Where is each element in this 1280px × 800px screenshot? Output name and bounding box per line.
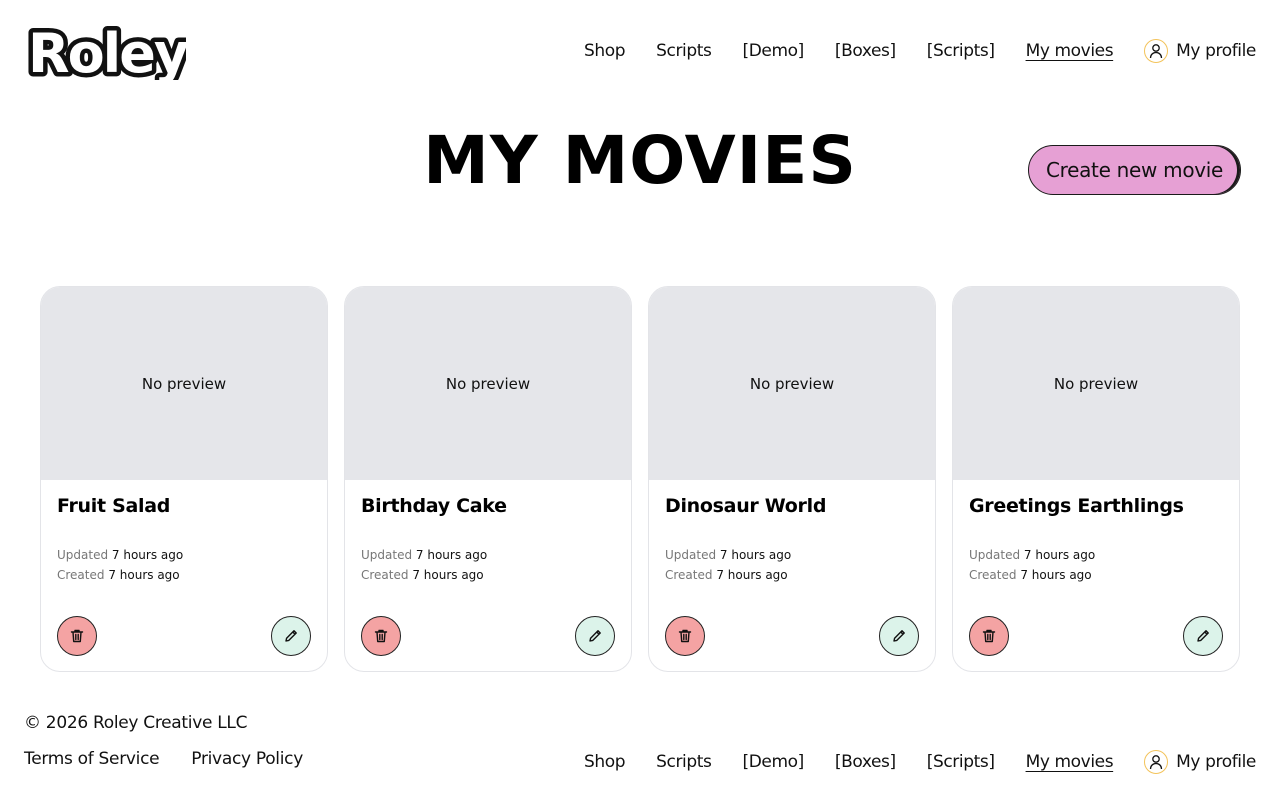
- delete-movie-button[interactable]: [665, 616, 705, 656]
- create-new-movie-button[interactable]: Create new movie: [1028, 145, 1241, 195]
- delete-movie-button[interactable]: [361, 616, 401, 656]
- movie-preview: No preview: [649, 287, 935, 480]
- created-value: 7 hours ago: [412, 568, 484, 582]
- trash-icon: [678, 629, 692, 643]
- created-value: 7 hours ago: [716, 568, 788, 582]
- pencil-icon: [285, 630, 297, 642]
- terms-of-service-link[interactable]: Terms of Service: [24, 749, 160, 769]
- footer-nav-boxes[interactable]: [Boxes]: [835, 752, 896, 772]
- movie-title: Birthday Cake: [361, 495, 507, 517]
- movie-preview: No preview: [41, 287, 327, 480]
- edit-movie-button[interactable]: [879, 616, 919, 656]
- movie-meta: Updated 7 hours ago Created 7 hours ago: [969, 545, 1095, 585]
- edit-movie-button[interactable]: [271, 616, 311, 656]
- movie-preview: No preview: [953, 287, 1239, 480]
- updated-value: 7 hours ago: [415, 548, 488, 562]
- nav-boxes[interactable]: [Boxes]: [835, 41, 896, 61]
- user-icon: [1144, 39, 1169, 63]
- nav-scripts-bracketed[interactable]: [Scripts]: [927, 41, 995, 61]
- pencil-icon: [589, 630, 601, 642]
- user-icon: [1144, 750, 1169, 774]
- profile-label: My profile: [1176, 41, 1256, 61]
- trash-icon: [374, 629, 388, 643]
- footer-legal-links: Terms of Service Privacy Policy: [24, 749, 303, 769]
- nav-my-movies[interactable]: My movies: [1026, 41, 1114, 61]
- footer-nav: Shop Scripts [Demo] [Boxes] [Scripts] My…: [584, 747, 1256, 777]
- movie-card[interactable]: No preview Dinosaur World Updated 7 hour…: [648, 286, 936, 672]
- created-value: 7 hours ago: [108, 568, 180, 582]
- movie-card[interactable]: No preview Birthday Cake Updated 7 hours…: [344, 286, 632, 672]
- nav-shop[interactable]: Shop: [584, 41, 626, 61]
- main-nav: Shop Scripts [Demo] [Boxes] [Scripts] My…: [584, 36, 1256, 66]
- nav-scripts[interactable]: Scripts: [656, 41, 712, 61]
- profile-label: My profile: [1176, 752, 1256, 772]
- updated-value: 7 hours ago: [719, 548, 792, 562]
- footer-nav-shop[interactable]: Shop: [584, 752, 626, 772]
- nav-demo[interactable]: [Demo]: [742, 41, 804, 61]
- roley-logo[interactable]: Roley: [24, 22, 186, 80]
- site-header: Roley Shop Scripts [Demo] [Boxes] [Scrip…: [0, 0, 1280, 100]
- updated-label: Updated: [361, 548, 413, 562]
- movie-title: Fruit Salad: [57, 495, 171, 517]
- footer-nav-scripts[interactable]: Scripts: [656, 752, 712, 772]
- created-label: Created: [361, 568, 409, 582]
- updated-label: Updated: [57, 548, 109, 562]
- edit-movie-button[interactable]: [575, 616, 615, 656]
- footer-nav-my-movies[interactable]: My movies: [1026, 752, 1114, 772]
- footer-nav-scripts-bracketed[interactable]: [Scripts]: [927, 752, 995, 772]
- movie-meta: Updated 7 hours ago Created 7 hours ago: [57, 545, 183, 585]
- delete-movie-button[interactable]: [57, 616, 97, 656]
- movie-title: Greetings Earthlings: [969, 495, 1184, 517]
- logo-text: Roley: [28, 22, 186, 80]
- created-label: Created: [969, 568, 1017, 582]
- nav-my-profile[interactable]: My profile: [1144, 39, 1256, 63]
- movie-title: Dinosaur World: [665, 495, 827, 517]
- trash-icon: [70, 629, 84, 643]
- privacy-policy-link[interactable]: Privacy Policy: [191, 749, 303, 769]
- movie-meta: Updated 7 hours ago Created 7 hours ago: [665, 545, 791, 585]
- trash-icon: [982, 629, 996, 643]
- movie-grid: No preview Fruit Salad Updated 7 hours a…: [40, 286, 1240, 672]
- movie-card[interactable]: No preview Fruit Salad Updated 7 hours a…: [40, 286, 328, 672]
- created-label: Created: [57, 568, 105, 582]
- copyright-text: © 2026 Roley Creative LLC: [24, 713, 248, 733]
- delete-movie-button[interactable]: [969, 616, 1009, 656]
- pencil-icon: [893, 630, 905, 642]
- updated-value: 7 hours ago: [111, 548, 184, 562]
- movie-meta: Updated 7 hours ago Created 7 hours ago: [361, 545, 487, 585]
- updated-label: Updated: [665, 548, 717, 562]
- created-label: Created: [665, 568, 713, 582]
- movie-preview: No preview: [345, 287, 631, 480]
- movie-card[interactable]: No preview Greetings Earthlings Updated …: [952, 286, 1240, 672]
- edit-movie-button[interactable]: [1183, 616, 1223, 656]
- updated-label: Updated: [969, 548, 1021, 562]
- created-value: 7 hours ago: [1020, 568, 1092, 582]
- footer-nav-demo[interactable]: [Demo]: [742, 752, 804, 772]
- footer-nav-my-profile[interactable]: My profile: [1144, 750, 1256, 774]
- updated-value: 7 hours ago: [1023, 548, 1096, 562]
- pencil-icon: [1197, 630, 1209, 642]
